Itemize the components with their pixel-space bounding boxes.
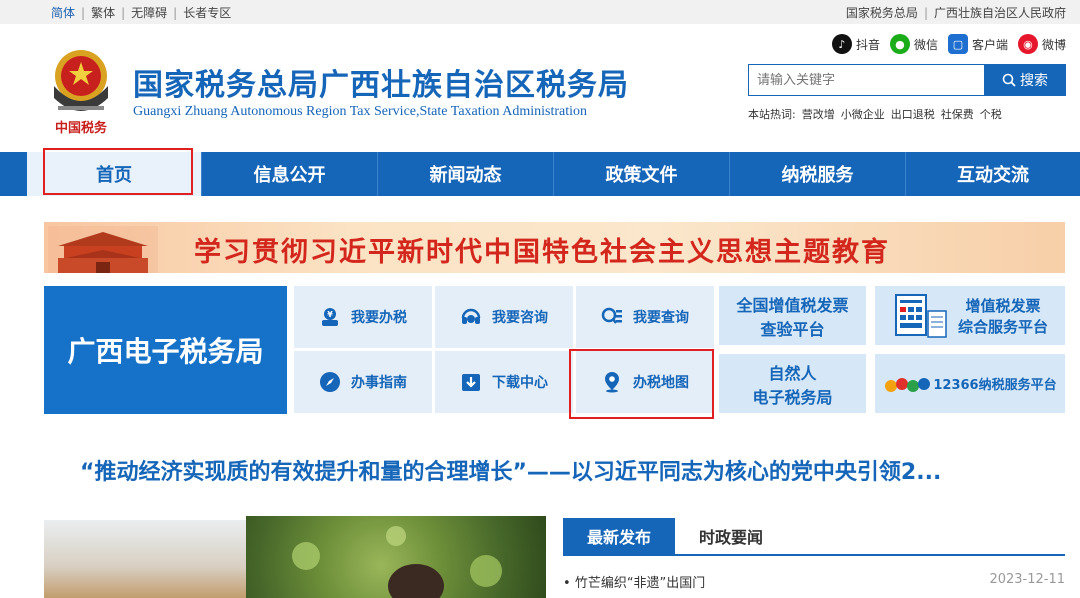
- wechat-icon: ●: [889, 34, 910, 54]
- page: 简体 | 繁体 | 无障碍 | 长者专区 国家税务总局 | 广西壮族自治区人民政…: [0, 0, 1080, 598]
- tab-politics[interactable]: 时政要闻: [675, 518, 787, 554]
- compass-guide-icon: [319, 371, 341, 393]
- highlight-box-home: [43, 148, 193, 195]
- query-search-icon: [601, 306, 623, 328]
- search-button-label: 搜索: [1020, 73, 1048, 89]
- invoice-calculator-icon: [894, 293, 947, 338]
- banner-text: 学习贯彻习近平新时代中国特色社会主义思想主题教育: [194, 237, 890, 268]
- search-input[interactable]: [748, 64, 984, 96]
- nav-tax-service[interactable]: 纳税服务: [730, 152, 906, 196]
- theme-banner[interactable]: 学习贯彻习近平新时代中国特色社会主义思想主题教育: [44, 222, 1065, 273]
- passion-fruit-photo: [292, 526, 502, 598]
- social-client[interactable]: ▢ 客户端: [947, 34, 1008, 54]
- tile-line: 自然人: [768, 363, 817, 383]
- hotline-mascot-icon: [885, 377, 931, 392]
- emblem-text: 中国税务: [55, 120, 108, 136]
- e-tax-bureau-tile[interactable]: 广西电子税务局: [44, 286, 287, 414]
- separator: |: [923, 5, 928, 20]
- hot-word[interactable]: 营改增: [802, 106, 835, 122]
- news-title: 竹芒编织“非遗”出国门: [574, 576, 706, 591]
- social-label: 微信: [913, 37, 938, 52]
- top-bar: 简体 | 繁体 | 无障碍 | 长者专区 国家税务总局 | 广西壮族自治区人民政…: [0, 0, 1080, 24]
- headline-link[interactable]: “推动经济实现质的有效提升和量的合理增长”——以习近平同志为核心的党中央引领2.…: [80, 454, 941, 486]
- language-switcher: 简体 | 繁体 | 无障碍 | 长者专区: [51, 4, 231, 21]
- search-icon: [1002, 73, 1016, 87]
- hotline-label: 12366纳税服务平台: [933, 378, 1057, 393]
- highlight-box-tax-map: [569, 349, 714, 419]
- service-consult[interactable]: 我要咨询: [435, 286, 573, 348]
- invoice-service-text: 增值税发票 综合服务平台: [958, 295, 1048, 337]
- nav-info-disclosure[interactable]: 信息公开: [202, 152, 378, 196]
- service-guide[interactable]: 办事指南: [294, 351, 432, 413]
- search-bar: 搜索: [748, 64, 1066, 96]
- news-tabs: 最新发布 时政要闻: [563, 518, 1065, 556]
- tile-line: 综合服务平台: [957, 317, 1048, 336]
- link-accessibility[interactable]: 无障碍: [131, 4, 167, 21]
- consult-headset-icon: [460, 306, 482, 328]
- service-label: 办事指南: [351, 375, 407, 391]
- external-links: 国家税务总局 | 广西壮族自治区人民政府: [846, 4, 1066, 21]
- service-download[interactable]: 下载中心: [435, 351, 573, 413]
- link-sta[interactable]: 国家税务总局: [846, 4, 918, 21]
- hot-word[interactable]: 小微企业: [841, 106, 885, 122]
- tile-line: 增值税发票: [965, 296, 1041, 315]
- social-weibo[interactable]: ◉ 微博: [1017, 34, 1066, 54]
- svg-text:¥: ¥: [327, 310, 333, 319]
- news-photo-left[interactable]: [44, 520, 246, 598]
- tile-line: 电子税务局: [752, 387, 833, 407]
- tax-handling-icon: ¥: [319, 306, 341, 328]
- separator: |: [81, 5, 86, 20]
- news-date: 2023-12-11: [989, 572, 1065, 587]
- search-button[interactable]: 搜索: [984, 64, 1066, 96]
- link-elderly[interactable]: 长者专区: [183, 4, 231, 21]
- service-query[interactable]: 我要查询: [576, 286, 714, 348]
- service-label: 我要查询: [633, 310, 689, 326]
- tax-emblem-logo: 中国税务: [54, 50, 108, 136]
- site-title: 国家税务总局广西壮族自治区税务局: [133, 68, 629, 103]
- natural-person-tile[interactable]: 自然人 电子税务局: [719, 354, 866, 413]
- bullet: •: [563, 576, 575, 591]
- tab-latest[interactable]: 最新发布: [563, 518, 675, 554]
- link-traditional[interactable]: 繁体: [91, 4, 115, 21]
- hot-word[interactable]: 出口退税: [891, 106, 935, 122]
- hot-word[interactable]: 社保费: [941, 106, 974, 122]
- news-item[interactable]: • 竹芒编织“非遗”出国门 2023-12-11: [563, 572, 1065, 591]
- news-title-wrap: • 竹芒编织“非遗”出国门: [563, 572, 705, 591]
- social-douyin[interactable]: ♪ 抖音: [831, 34, 880, 54]
- separator: |: [121, 5, 126, 20]
- hot-word[interactable]: 个税: [980, 106, 1002, 122]
- douyin-icon: ♪: [831, 34, 852, 54]
- hotline-12366-tile[interactable]: 12366纳税服务平台: [875, 354, 1065, 413]
- social-wechat[interactable]: ● 微信: [889, 34, 938, 54]
- tile-line: 全国增值税发票: [736, 295, 849, 315]
- social-label: 抖音: [855, 37, 880, 52]
- social-links: ♪ 抖音 ● 微信 ▢ 客户端 ◉ 微博: [822, 34, 1066, 54]
- nav-interaction[interactable]: 互动交流: [906, 152, 1080, 196]
- link-gx-gov[interactable]: 广西壮族自治区人民政府: [934, 4, 1066, 21]
- app-client-icon: ▢: [947, 34, 968, 54]
- site-subtitle: Guangxi Zhuang Autonomous Region Tax Ser…: [133, 104, 588, 119]
- invoice-check-tile[interactable]: 全国增值税发票 查验平台: [719, 286, 866, 345]
- service-label: 下载中心: [492, 375, 548, 391]
- social-label: 微博: [1041, 37, 1066, 52]
- nav-news[interactable]: 新闻动态: [378, 152, 554, 196]
- service-label: 我要咨询: [492, 310, 548, 326]
- download-icon: [460, 371, 482, 393]
- nav-policy[interactable]: 政策文件: [554, 152, 730, 196]
- service-label: 我要办税: [351, 310, 407, 326]
- weibo-icon: ◉: [1017, 34, 1038, 54]
- tiananmen-icon: [48, 226, 158, 273]
- hot-words: 本站热词: 营改增 小微企业 出口退税 社保费 个税: [748, 106, 1008, 122]
- news-photo-main[interactable]: [246, 516, 546, 598]
- link-simplified[interactable]: 简体: [51, 4, 75, 21]
- service-tax-handling[interactable]: ¥ 我要办税: [294, 286, 432, 348]
- hot-words-label: 本站热词:: [748, 108, 796, 121]
- social-label: 客户端: [971, 37, 1008, 52]
- tile-line: 查验平台: [760, 319, 825, 339]
- invoice-service-tile[interactable]: 增值税发票 综合服务平台: [875, 286, 1065, 345]
- separator: |: [173, 5, 178, 20]
